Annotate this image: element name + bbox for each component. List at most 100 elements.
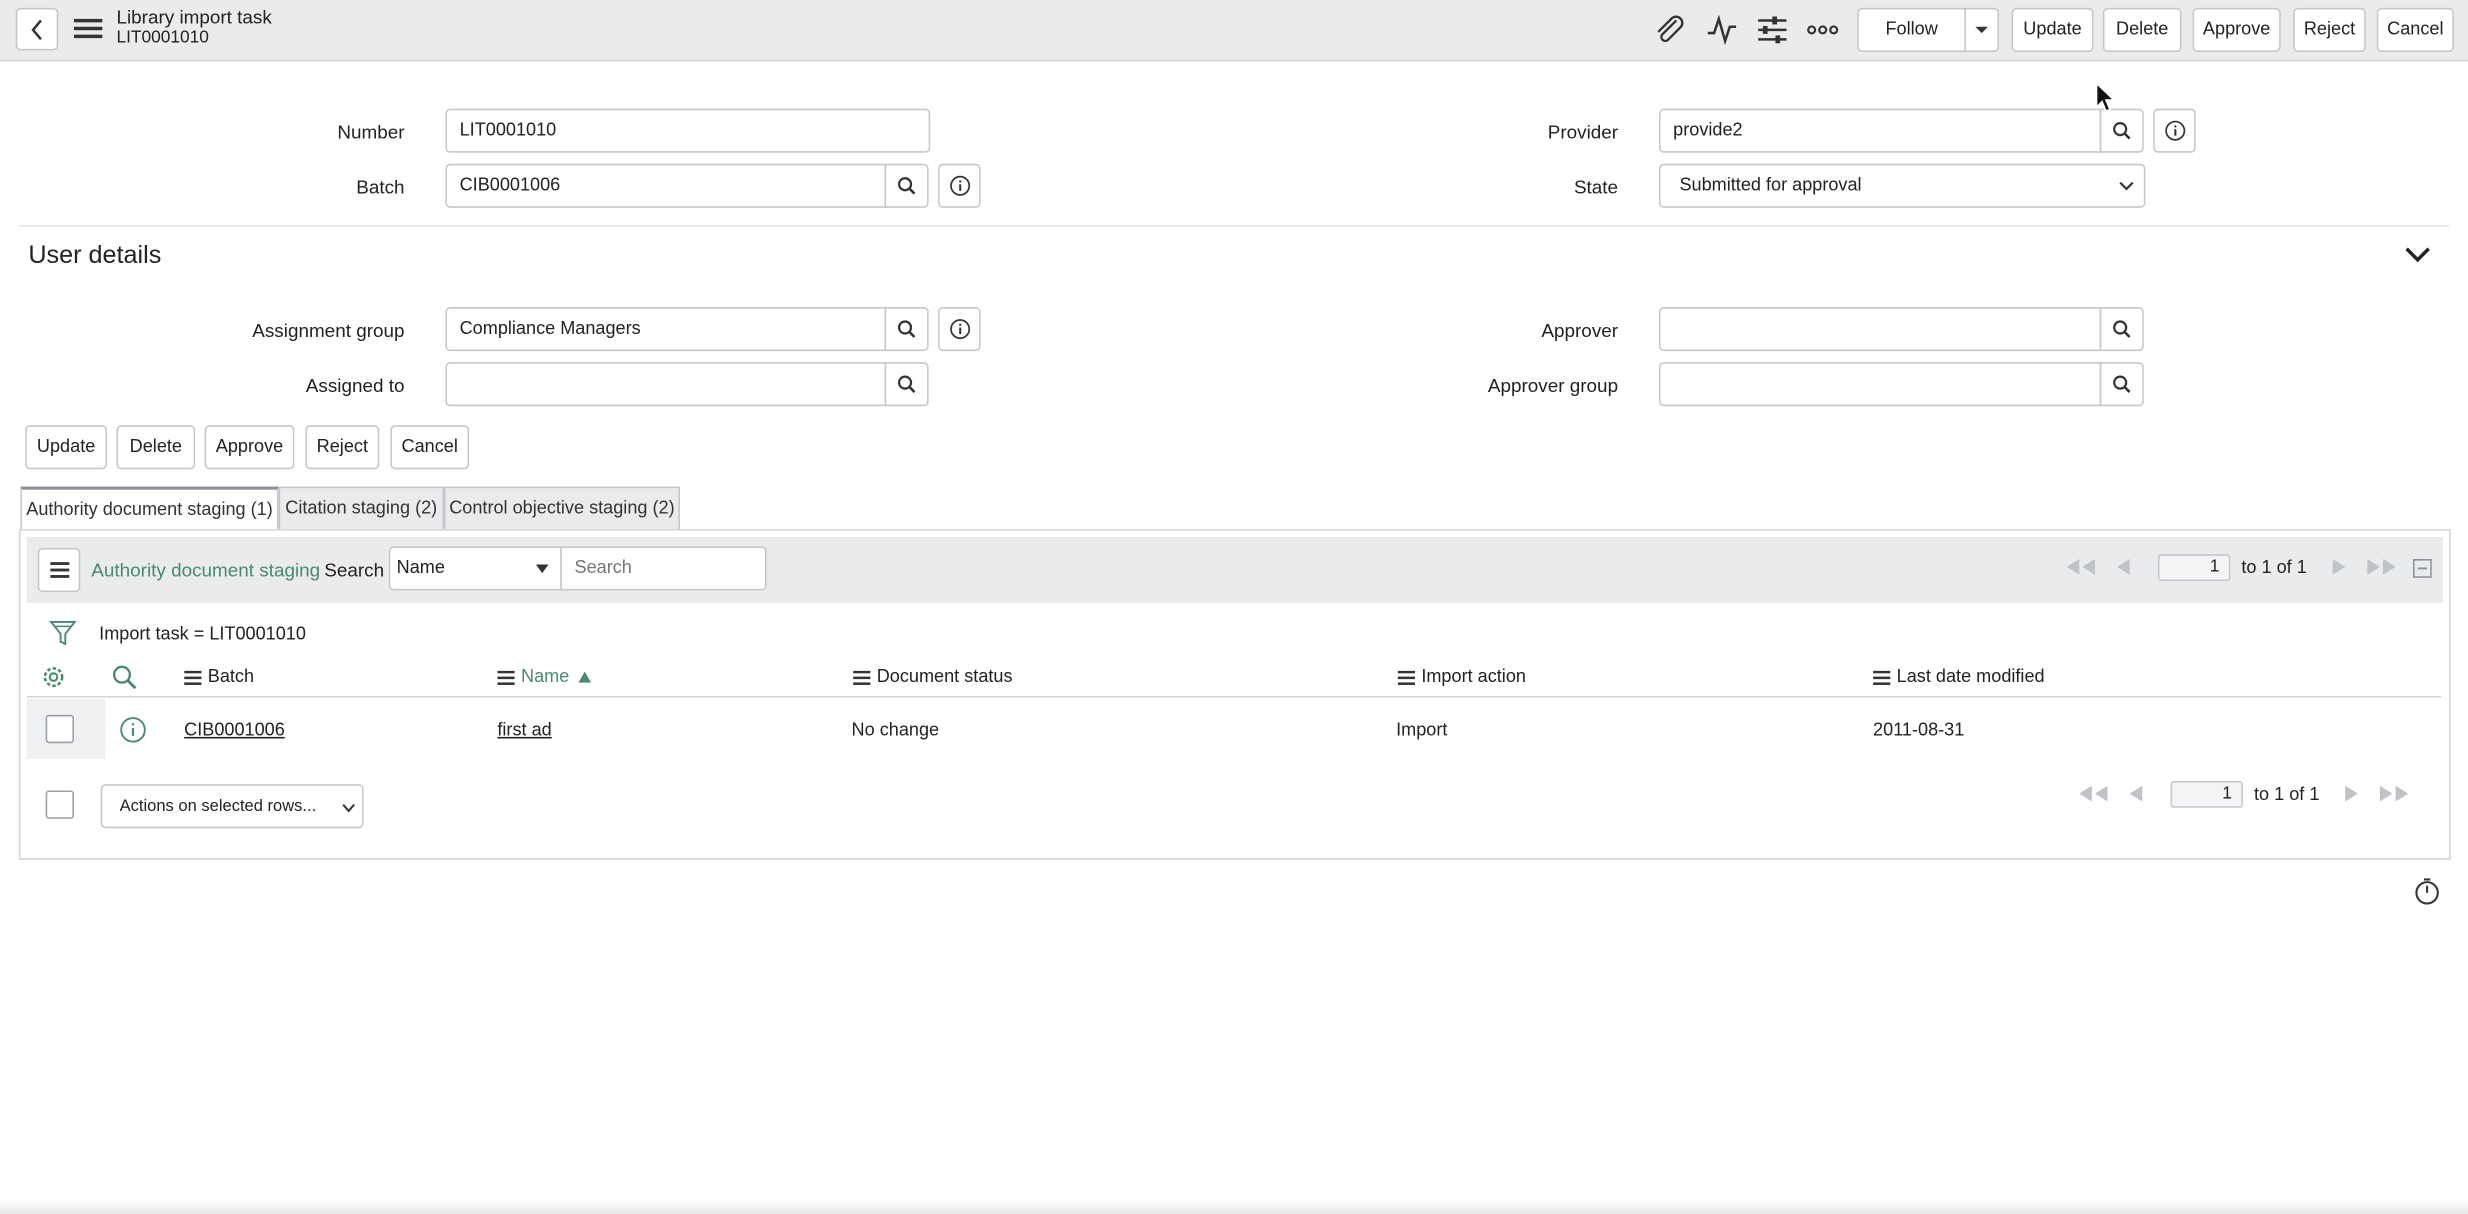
batch-field[interactable]: CIB0001006	[445, 163, 887, 208]
header-delete-button[interactable]: Delete	[2102, 7, 2182, 52]
list-menu-button[interactable]	[37, 547, 81, 593]
attachment-button[interactable]	[1653, 14, 1688, 45]
provider-info-button[interactable]	[2153, 108, 2196, 153]
batch-lookup-button[interactable]	[884, 163, 929, 208]
back-button[interactable]	[15, 7, 59, 51]
assignment-group-field[interactable]: Compliance Managers	[445, 307, 887, 352]
record-number: LIT0001010	[116, 28, 209, 48]
search-icon	[2113, 320, 2131, 338]
number-label: Number	[337, 121, 405, 144]
collapse-section-button[interactable]	[2402, 242, 2437, 270]
row-preview-button[interactable]	[120, 716, 147, 743]
header-approve-button[interactable]: Approve	[2192, 7, 2281, 52]
approver-group-field[interactable]	[1658, 362, 2102, 407]
previous-page-button[interactable]	[2114, 557, 2133, 579]
assigned-to-field[interactable]	[445, 362, 887, 407]
context-menu-button[interactable]	[72, 16, 103, 44]
filter-button[interactable]	[49, 619, 77, 647]
state-label: State	[1573, 176, 1619, 199]
approver-lookup-button[interactable]	[2099, 307, 2144, 352]
column-header-name[interactable]: Name	[497, 666, 591, 688]
next-page-icon	[2345, 785, 2358, 802]
approve-button[interactable]: Approve	[204, 425, 295, 470]
form-header: Library import task LIT0001010 Follow Up…	[0, 0, 2468, 62]
column-header-document-status[interactable]: Document status	[853, 666, 1013, 688]
stopwatch-icon	[2415, 878, 2439, 905]
bottom-previous-page-button[interactable]	[2126, 784, 2145, 806]
activity-button[interactable]	[1705, 14, 1740, 46]
select-all-checkbox[interactable]	[45, 790, 74, 819]
last-page-button[interactable]	[2364, 557, 2399, 579]
assignment-group-lookup-button[interactable]	[884, 307, 929, 352]
next-page-icon	[2332, 558, 2346, 575]
mouse-cursor	[2095, 81, 2117, 113]
caret-down-icon	[1975, 26, 1988, 34]
sort-ascending-icon	[577, 671, 591, 683]
cancel-button[interactable]: Cancel	[390, 425, 470, 470]
search-field-select[interactable]: Name	[388, 546, 562, 591]
window-bottom-edge	[0, 1199, 2468, 1214]
column-search-button[interactable]	[110, 663, 138, 691]
personalize-list-button[interactable]	[39, 663, 67, 691]
approver-field[interactable]	[1658, 307, 2102, 352]
response-time-button[interactable]	[2413, 877, 2441, 905]
column-label: Last date modified	[1896, 667, 2045, 687]
tab-citation-staging[interactable]: Citation staging (2)	[278, 486, 444, 530]
personalize-button[interactable]	[1755, 14, 1790, 45]
more-options-button[interactable]	[1805, 14, 1840, 45]
delete-button[interactable]: Delete	[116, 425, 196, 470]
header-update-button[interactable]: Update	[2011, 7, 2094, 52]
column-menu-icon	[1873, 669, 1891, 685]
bottom-first-page-button[interactable]	[2076, 784, 2111, 806]
column-menu-icon	[184, 669, 202, 685]
actions-select-value: Actions on selected rows...	[119, 796, 317, 816]
assignment-group-info-button[interactable]	[938, 307, 981, 352]
row-name-link[interactable]: first ad	[497, 720, 551, 742]
row-batch-link[interactable]: CIB0001006	[184, 720, 285, 742]
search-icon	[112, 665, 137, 690]
provider-field[interactable]: provide2	[1658, 108, 2102, 153]
paperclip-icon	[1657, 15, 1684, 43]
list-search-input[interactable]	[560, 546, 767, 591]
tab-control-objective-staging[interactable]: Control objective staging (2)	[443, 486, 680, 530]
collapse-list-button[interactable]	[2412, 558, 2432, 578]
tab-authority-document-staging[interactable]: Authority document staging (1)	[20, 486, 279, 531]
bottom-page-number-input[interactable]: 1	[2170, 781, 2243, 808]
update-button[interactable]: Update	[25, 425, 108, 470]
bottom-last-page-button[interactable]	[2377, 784, 2412, 806]
settings-sliders-icon	[1758, 16, 1787, 44]
provider-lookup-button[interactable]	[2099, 108, 2144, 153]
row-checkbox[interactable]	[45, 714, 74, 744]
filter-breadcrumb[interactable]: Import task = LIT0001010	[99, 624, 306, 646]
approver-group-lookup-button[interactable]	[2099, 362, 2144, 407]
list-title[interactable]: Authority document staging	[91, 559, 320, 581]
provider-label: Provider	[1547, 121, 1619, 144]
search-icon	[897, 320, 916, 338]
batch-info-button[interactable]	[938, 163, 981, 208]
first-page-button[interactable]	[2064, 557, 2099, 579]
search-label: Search	[324, 558, 385, 582]
column-header-import-action[interactable]: Import action	[1397, 666, 1526, 688]
gear-icon	[43, 667, 64, 687]
table-row	[26, 699, 2442, 759]
next-page-button[interactable]	[2330, 557, 2349, 579]
page-number-input[interactable]: 1	[2157, 554, 2231, 582]
menu-icon	[73, 18, 103, 39]
header-reject-button[interactable]: Reject	[2293, 7, 2366, 52]
assigned-to-lookup-button[interactable]	[884, 362, 929, 407]
header-cancel-button[interactable]: Cancel	[2376, 7, 2454, 52]
state-select[interactable]: Submitted for approval	[1658, 163, 2146, 208]
bottom-next-page-button[interactable]	[2342, 784, 2361, 806]
section-divider	[18, 225, 2450, 227]
follow-dropdown-button[interactable]	[1964, 7, 1999, 52]
follow-button[interactable]: Follow	[1857, 7, 1966, 52]
column-header-batch[interactable]: Batch	[184, 666, 254, 688]
actions-select[interactable]: Actions on selected rows...	[100, 784, 364, 829]
number-field[interactable]: LIT0001010	[445, 108, 931, 153]
header-divider	[26, 695, 2442, 698]
column-label: Batch	[207, 667, 255, 687]
column-header-last-date-modified[interactable]: Last date modified	[1873, 666, 2045, 688]
chevron-down-icon	[2405, 247, 2430, 263]
reject-button[interactable]: Reject	[305, 425, 380, 470]
activity-icon	[1707, 14, 1737, 46]
